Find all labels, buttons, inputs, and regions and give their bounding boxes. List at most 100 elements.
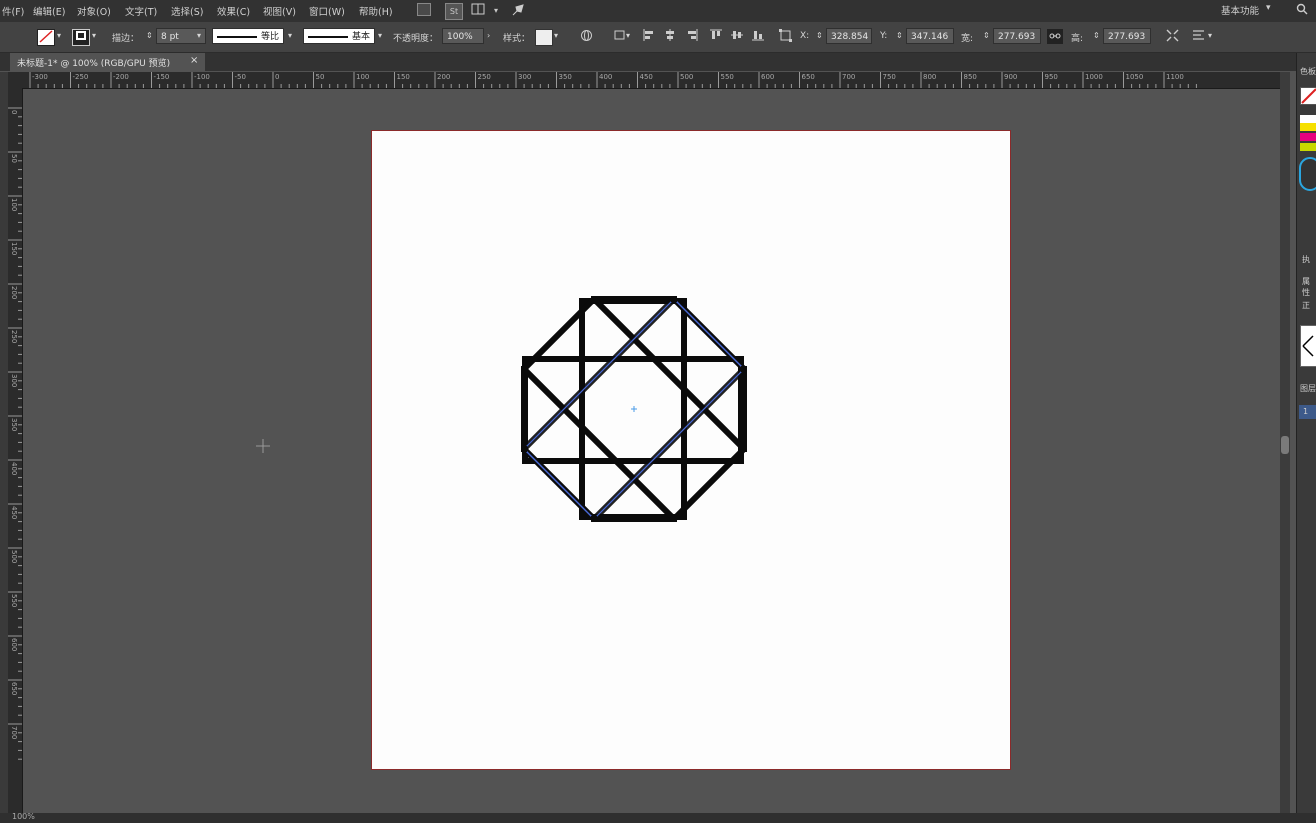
transform-options-icon[interactable] xyxy=(1164,29,1180,44)
ruler-h-label: 400 xyxy=(599,73,613,81)
ruler-h-label: 750 xyxy=(882,73,896,81)
artboard[interactable] xyxy=(371,130,1011,770)
menu-effect[interactable]: 效果(C) xyxy=(217,4,250,18)
octagram-artwork[interactable] xyxy=(372,131,1010,769)
layer-thumbnail[interactable] xyxy=(1300,325,1316,367)
arrange-docs-icon[interactable] xyxy=(470,3,486,18)
layer-number: 1 xyxy=(1303,407,1309,416)
no-fill-icon[interactable] xyxy=(37,29,55,46)
panel-menu-chevron-icon[interactable]: ▾ xyxy=(1208,31,1212,40)
stroke-weight-chevron-icon[interactable]: ▾ xyxy=(197,31,201,40)
document-tab[interactable]: 未标题-1* @ 100% (RGB/GPU 预览) × xyxy=(10,53,205,71)
brush-definition[interactable]: 基本 xyxy=(303,28,375,44)
menu-help[interactable]: 帮助(H) xyxy=(359,4,393,18)
document-tab-title: 未标题-1* @ 100% (RGB/GPU 预览) xyxy=(17,59,171,69)
br-icon[interactable] xyxy=(416,3,432,18)
menu-bar: 件(F) 编辑(E) 对象(O) 文字(T) 选择(S) 效果(C) 视图(V)… xyxy=(0,0,1316,22)
align-bottom-icon[interactable] xyxy=(750,29,766,44)
status-zoom[interactable]: 100% xyxy=(12,812,35,821)
close-icon[interactable]: × xyxy=(190,55,198,66)
x-field[interactable]: 328.854 xyxy=(826,28,872,44)
globe-icon[interactable] xyxy=(578,29,594,44)
workspace-switcher[interactable]: 基本功能 xyxy=(1221,3,1259,17)
chevron-down-icon[interactable]: ▾ xyxy=(488,3,504,18)
swatch-magenta[interactable] xyxy=(1300,133,1316,141)
menu-view[interactable]: 视图(V) xyxy=(263,4,296,18)
color-wheel-icon[interactable] xyxy=(1299,157,1316,191)
profile-chevron-icon[interactable]: ▾ xyxy=(288,31,292,40)
ruler-v-label: 0 xyxy=(10,110,18,115)
panel-label-swatches[interactable]: 色板 xyxy=(1300,66,1316,77)
ruler-h-label: 150 xyxy=(396,73,410,81)
control-bar: ▾ ▾ 描边： ⇕ 8 pt ▾ 等比 ▾ 基本 ▾ 不透明度： 100% › … xyxy=(0,22,1316,53)
style-swatch[interactable] xyxy=(535,29,553,46)
menu-edit[interactable]: 编辑(E) xyxy=(33,4,65,18)
menu-type[interactable]: 文字(T) xyxy=(125,4,157,18)
y-stepper-icon[interactable]: ⇕ xyxy=(896,31,903,40)
ruler-h-label: 100 xyxy=(356,73,370,81)
w-field[interactable]: 277.693 xyxy=(993,28,1041,44)
panel-label-exec[interactable]: 执 xyxy=(1302,254,1310,265)
fill-chevron-icon[interactable]: ▾ xyxy=(57,31,61,40)
rocket-icon[interactable] xyxy=(510,3,526,18)
menu-file[interactable]: 件(F) xyxy=(2,4,24,18)
st-icon[interactable]: St xyxy=(445,3,463,20)
transform-icon[interactable] xyxy=(777,29,793,44)
panel-label-properties[interactable]: 属性 xyxy=(1302,276,1316,298)
ruler-h-label: 900 xyxy=(1004,73,1018,81)
panel-label-layers[interactable]: 图层 xyxy=(1300,383,1316,394)
cursor-crosshair-icon xyxy=(256,439,270,453)
panel-menu-icon[interactable] xyxy=(1190,29,1206,44)
diagonal-1 xyxy=(591,296,747,452)
opacity-chevron-icon[interactable]: › xyxy=(487,31,490,40)
horizontal-ruler[interactable]: -300 -250 -200 -150 -100 -50 0 50 100 150 200 250 30… xyxy=(8,72,1286,89)
y-field[interactable]: 347.146 xyxy=(906,28,954,44)
menu-window[interactable]: 窗口(W) xyxy=(309,4,345,18)
variable-width-profile[interactable]: 等比 xyxy=(212,28,284,44)
align-left-icon[interactable] xyxy=(641,29,657,44)
ruler-h-label: -300 xyxy=(32,73,48,81)
opacity-field[interactable]: 100% xyxy=(442,28,484,44)
panel-label-correct[interactable]: 正 xyxy=(1302,300,1310,311)
align-top-icon[interactable] xyxy=(708,29,724,44)
ruler-h-label: -250 xyxy=(72,73,89,81)
profile-2-label: 基本 xyxy=(352,32,371,42)
workspace-chevron-icon[interactable]: ▾ xyxy=(1266,3,1271,13)
align-right-icon[interactable] xyxy=(684,29,700,44)
vertical-ruler[interactable]: 0 50 100 150 200 250 300 350 400 450 500 550 600 650 7… xyxy=(8,88,23,813)
stroke-icon[interactable] xyxy=(72,29,90,46)
status-bar: 100% xyxy=(0,812,1316,823)
stroke-stepper-icon[interactable]: ⇕ xyxy=(146,31,153,40)
ruler-v-label: 600 xyxy=(10,638,18,652)
link-icon[interactable] xyxy=(1047,29,1063,44)
x-stepper-icon[interactable]: ⇕ xyxy=(816,31,823,40)
ruler-h-label: 500 xyxy=(680,73,694,81)
ruler-h-label: 700 xyxy=(842,73,856,81)
swatch-yellow[interactable] xyxy=(1300,123,1316,131)
h-field[interactable]: 277.693 xyxy=(1103,28,1151,44)
ruler-v-label: 650 xyxy=(10,682,18,696)
menu-object[interactable]: 对象(O) xyxy=(77,4,111,18)
stroke-chevron-icon[interactable]: ▾ xyxy=(92,31,96,40)
w-stepper-icon[interactable]: ⇕ xyxy=(983,31,990,40)
swatch-white[interactable] xyxy=(1300,115,1316,123)
ruler-origin[interactable] xyxy=(8,72,22,88)
ruler-v-label: 200 xyxy=(10,286,18,300)
ruler-v-label: 400 xyxy=(10,462,18,476)
style-chevron-icon[interactable]: ▾ xyxy=(554,31,558,40)
align-center-icon[interactable] xyxy=(662,29,678,44)
w-label: 宽: xyxy=(961,34,974,44)
align-to-chevron-icon[interactable]: ▾ xyxy=(626,31,630,40)
scrollbar-thumb[interactable] xyxy=(1281,436,1289,454)
ruler-h-label: 300 xyxy=(518,73,532,81)
brush-chevron-icon[interactable]: ▾ xyxy=(378,31,382,40)
layer-row-selected[interactable]: 1 xyxy=(1299,405,1316,419)
swatch-lime[interactable] xyxy=(1300,143,1316,151)
ruler-h-label: 950 xyxy=(1044,73,1058,81)
menu-select[interactable]: 选择(S) xyxy=(171,4,203,18)
h-stepper-icon[interactable]: ⇕ xyxy=(1093,31,1100,40)
ruler-h-label: -150 xyxy=(153,73,170,81)
align-middle-icon[interactable] xyxy=(729,29,745,44)
swatch-none[interactable] xyxy=(1300,87,1316,105)
search-icon[interactable] xyxy=(1294,3,1310,18)
